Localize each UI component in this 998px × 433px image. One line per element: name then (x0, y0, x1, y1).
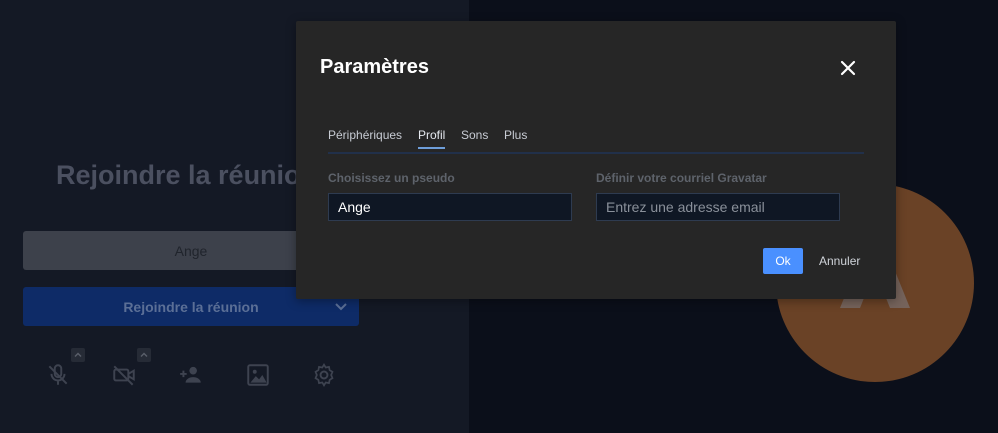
display-name-input[interactable] (328, 193, 572, 221)
ok-button[interactable]: Ok (763, 248, 803, 274)
tab-profil[interactable]: Profil (418, 128, 446, 149)
audio-options-caret[interactable] (71, 348, 85, 362)
tab-plus[interactable]: Plus (504, 128, 527, 147)
settings-tabs: Périphériques Profil Sons Plus (328, 128, 864, 154)
display-name-label: Choisissez un pseudo (328, 171, 455, 185)
chevron-up-icon (140, 352, 148, 357)
tab-sons[interactable]: Sons (461, 128, 488, 147)
settings-gear-icon[interactable] (311, 362, 337, 388)
dialog-title: Paramètres (320, 56, 429, 78)
background-image-icon[interactable] (245, 362, 271, 388)
chevron-up-icon (74, 352, 82, 357)
settings-dialog: Paramètres Périphériques Profil Sons Plu… (296, 21, 896, 299)
join-meeting-label: Rejoindre la réunion (123, 298, 259, 315)
microphone-muted-icon[interactable] (45, 362, 71, 388)
gravatar-email-label: Définir votre courriel Gravatar (596, 171, 767, 185)
close-icon[interactable] (840, 60, 856, 76)
cancel-button[interactable]: Annuler (813, 248, 866, 274)
add-person-icon[interactable] (178, 362, 204, 388)
chevron-down-icon[interactable] (333, 298, 349, 314)
video-options-caret[interactable] (137, 348, 151, 362)
camera-off-icon[interactable] (111, 362, 137, 388)
gravatar-email-input[interactable] (596, 193, 840, 221)
tab-peripheriques[interactable]: Périphériques (328, 128, 402, 147)
